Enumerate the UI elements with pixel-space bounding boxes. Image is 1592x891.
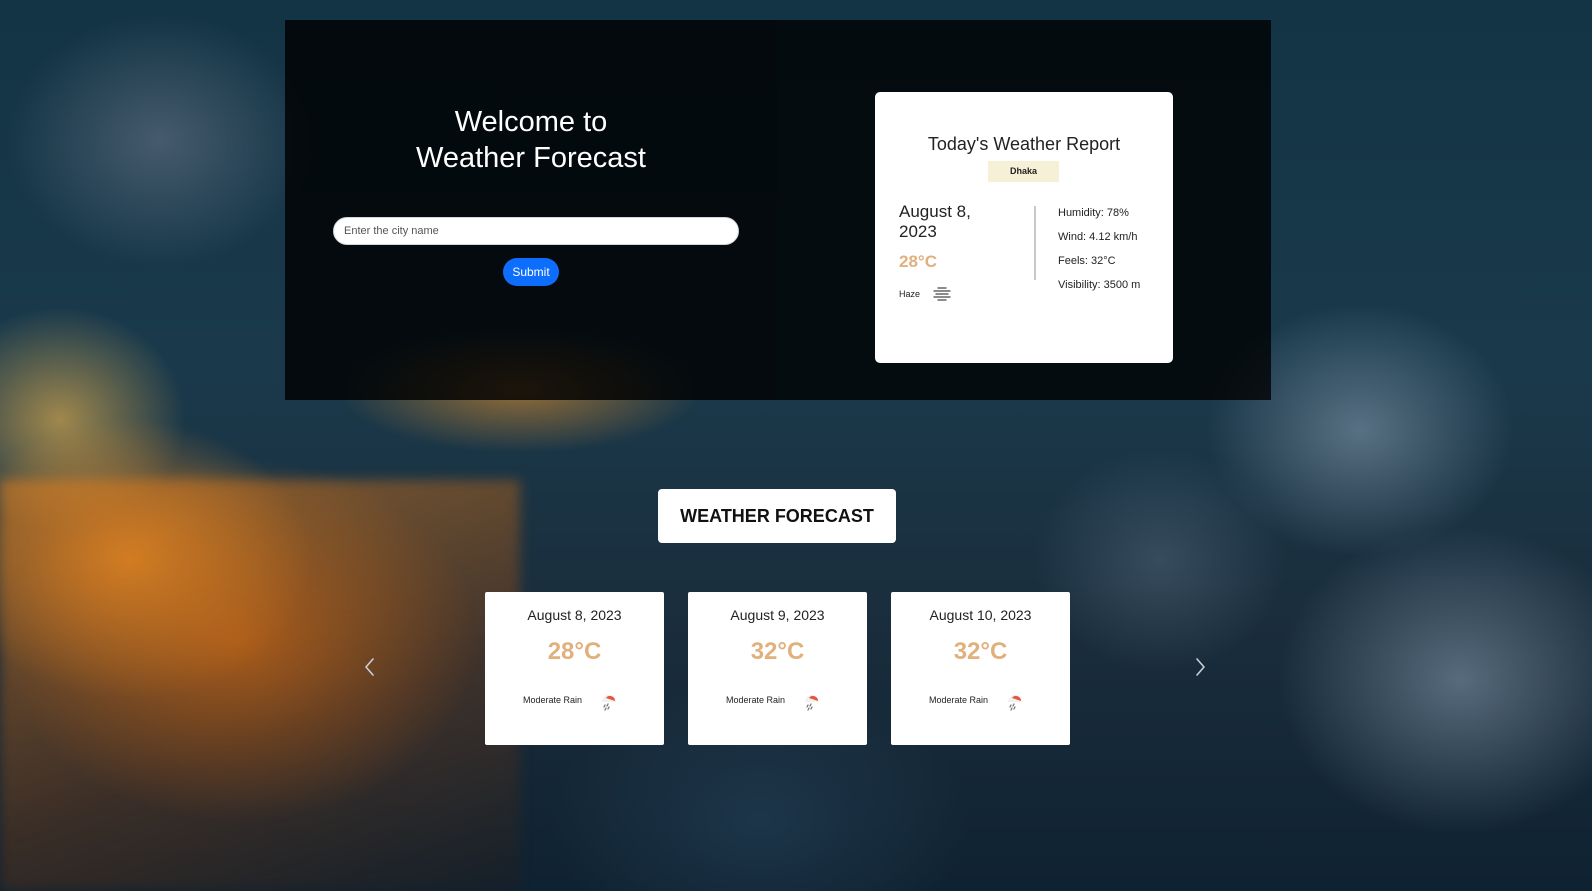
forecast-card[interactable]: August 8, 2023 28°C Moderate Rain (485, 592, 664, 745)
rain-icon (1008, 695, 1022, 711)
forecast-heading: WEATHER FORECAST (658, 489, 896, 543)
welcome-line-1: Welcome to (454, 106, 608, 138)
welcome-heading: Welcome to Weather Forecast (285, 104, 777, 176)
report-date: August 8, 2023 (899, 202, 971, 241)
forecast-condition: Moderate Rain (726, 695, 786, 705)
forecast-condition: Moderate Rain (929, 695, 989, 705)
page-background: Welcome to Weather Forecast Submit Today… (0, 0, 1592, 891)
hero-search-section: Welcome to Weather Forecast Submit (285, 20, 777, 400)
forecast-date: August 8, 2023 (527, 607, 622, 623)
rain-icon (602, 695, 616, 711)
feels-value: Feels: 32°C (1058, 255, 1116, 267)
city-badge: Dhaka (988, 161, 1059, 182)
forecast-temperature: 32°C (750, 638, 805, 665)
report-temperature: 28°C (899, 252, 937, 271)
forecast-condition: Moderate Rain (523, 695, 583, 705)
chevron-right-icon[interactable] (1190, 655, 1210, 679)
chevron-left-icon[interactable] (360, 655, 380, 679)
report-divider (1034, 206, 1036, 280)
welcome-line-2: Weather Forecast (416, 142, 646, 174)
report-condition: Haze (899, 289, 921, 299)
wind-value: Wind: 4.12 km/h (1058, 231, 1138, 243)
todays-weather-report-card: Today's Weather Report Dhaka August 8, 2… (875, 92, 1173, 363)
haze-icon (933, 287, 951, 301)
city-search-input[interactable] (333, 217, 739, 245)
report-stats: Humidity: 78% Wind: 4.12 km/h Feels: 32°… (1058, 205, 1140, 301)
humidity-value: Humidity: 78% (1058, 207, 1129, 219)
forecast-temperature: 28°C (547, 638, 602, 665)
rain-icon (805, 695, 819, 711)
forecast-date: August 10, 2023 (929, 607, 1032, 623)
forecast-temperature: 32°C (953, 638, 1008, 665)
background-sunlight (0, 480, 520, 891)
hero-panel: Welcome to Weather Forecast Submit Today… (285, 20, 1271, 400)
forecast-date: August 9, 2023 (730, 607, 825, 623)
submit-button[interactable]: Submit (503, 258, 559, 286)
visibility-value: Visibility: 3500 m (1058, 279, 1141, 291)
forecast-card[interactable]: August 9, 2023 32°C Moderate Rain (688, 592, 867, 745)
report-title: Today's Weather Report (927, 134, 1121, 154)
forecast-card[interactable]: August 10, 2023 32°C Moderate Rain (891, 592, 1070, 745)
